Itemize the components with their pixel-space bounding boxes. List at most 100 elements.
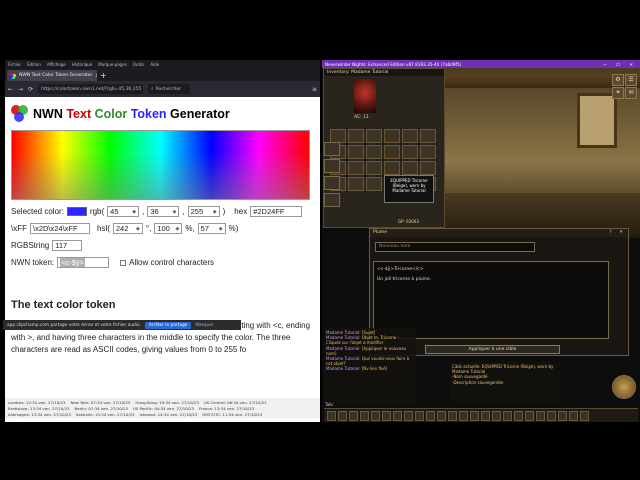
game-menu-button[interactable]: ✉ xyxy=(625,87,637,99)
armor-class: AC: 11 xyxy=(354,115,369,120)
game-menu-button[interactable]: ⚙ xyxy=(612,74,624,86)
tab-close-icon[interactable]: × xyxy=(95,73,97,79)
inventory-slot[interactable] xyxy=(348,129,364,143)
inventory-slot[interactable] xyxy=(366,177,382,191)
forward-icon[interactable]: → xyxy=(18,86,23,93)
quickbar-slot[interactable] xyxy=(393,410,402,421)
quickbar-slot[interactable] xyxy=(371,410,380,421)
lightness-input[interactable]: 57 ◆ xyxy=(197,223,226,234)
quickbar-slot[interactable] xyxy=(569,410,578,421)
quickbar-slot[interactable] xyxy=(558,410,567,421)
inventory-slot[interactable] xyxy=(384,145,400,159)
control-chars-checkbox[interactable] xyxy=(120,259,127,266)
inventory-slot[interactable] xyxy=(402,145,418,159)
menu-item[interactable]: Historique xyxy=(72,62,93,67)
reload-icon[interactable]: ⟳ xyxy=(28,86,33,93)
quickbar-slot[interactable] xyxy=(415,410,424,421)
quickbar-slot[interactable] xyxy=(459,410,468,421)
new-name-input[interactable]: Nouveau nom xyxy=(375,242,535,252)
system-message: Cible actuelle: EQUIPPED Tricorne (Beige… xyxy=(452,364,554,375)
plume-close-icon[interactable]: ? ✕ xyxy=(609,229,628,237)
quickbar-slot[interactable] xyxy=(448,410,457,421)
screen-share-bar: app.clipchamp.com partage votre écran et… xyxy=(3,320,241,330)
quickbar-slot[interactable] xyxy=(404,410,413,421)
rgb-logo-icon xyxy=(11,105,29,123)
quickbar-slot[interactable] xyxy=(437,410,446,421)
share-bar-text: app.clipchamp.com partage votre écran et… xyxy=(7,322,141,328)
inventory-slot[interactable] xyxy=(348,161,364,175)
inventory-slot[interactable] xyxy=(420,161,436,175)
quickbar-slot[interactable] xyxy=(349,410,358,421)
inventory-slot[interactable] xyxy=(330,129,346,143)
address-bar[interactable]: https://colortoken.nwn1.net/?rgb=45,36,2… xyxy=(38,84,144,94)
page-header: NWN Text Color Token Generator xyxy=(11,103,314,125)
inventory-slot[interactable] xyxy=(366,145,382,159)
quickbar-slot[interactable] xyxy=(492,410,501,421)
inventory-slot[interactable] xyxy=(384,129,400,143)
game-scene[interactable] xyxy=(442,68,640,238)
quickbar-slot[interactable] xyxy=(360,410,369,421)
section-title: The text color token xyxy=(11,299,116,311)
inventory-slot[interactable] xyxy=(348,177,364,191)
chat-log: Madame Tutorial: [Sujet] Madame Tutorial:… xyxy=(324,328,416,406)
deg-sep: °, xyxy=(145,224,152,233)
token-output[interactable]: <c-$ÿ> xyxy=(57,257,110,268)
inventory-slot[interactable] xyxy=(366,161,382,175)
quickbar-slot[interactable] xyxy=(503,410,512,421)
quickbar-slot[interactable] xyxy=(525,410,534,421)
quickbar-slot[interactable] xyxy=(536,410,545,421)
quickbar-slot[interactable] xyxy=(327,410,336,421)
menu-item[interactable]: Fichier xyxy=(8,62,21,67)
inventory-slot[interactable] xyxy=(420,145,436,159)
menu-item[interactable]: Marque-pages xyxy=(98,62,127,67)
inventory-slot[interactable] xyxy=(402,129,418,143)
inventory-slot[interactable] xyxy=(384,161,400,175)
chat-message: Madame Tutorial: [Appliquer le nouveau n… xyxy=(326,346,414,356)
color-picker-canvas[interactable] xyxy=(11,130,310,200)
rgbstring-input[interactable]: 117 xyxy=(52,240,83,251)
red-input[interactable]: 45 ◆ xyxy=(107,206,140,217)
menu-item[interactable]: Édition xyxy=(27,62,41,67)
quickbar-slot[interactable] xyxy=(580,410,589,421)
quickbar-slot[interactable] xyxy=(426,410,435,421)
hide-button[interactable]: Masquer xyxy=(195,323,213,328)
equip-slot[interactable] xyxy=(324,159,340,173)
character-portrait xyxy=(354,79,376,113)
inventory-slot[interactable] xyxy=(348,145,364,159)
quickbar-slot[interactable] xyxy=(547,410,556,421)
game-menu-button[interactable]: ☰ xyxy=(625,74,637,86)
green-input[interactable]: 36 ◆ xyxy=(147,206,180,217)
new-tab-button[interactable]: + xyxy=(100,70,107,81)
equip-slot[interactable] xyxy=(324,176,340,190)
stop-sharing-button[interactable]: Arrêter le partage xyxy=(144,321,192,329)
tab-color-token[interactable]: NWN Text Color Token Generator × xyxy=(7,70,97,81)
menu-icon[interactable]: ≡ xyxy=(312,86,317,93)
pct-sep: %, xyxy=(185,224,195,233)
inventory-slot[interactable] xyxy=(366,129,382,143)
equip-slot[interactable] xyxy=(324,142,340,156)
game-menu-button[interactable]: ✦ xyxy=(612,87,624,99)
search-field[interactable]: ⌕ Rechercher xyxy=(148,84,191,94)
window-controls[interactable]: — ☐ ✕ xyxy=(603,62,637,67)
menu-item[interactable]: Affichage xyxy=(47,62,66,67)
quickbar-slot[interactable] xyxy=(382,410,391,421)
inventory-slot[interactable] xyxy=(420,129,436,143)
equip-slot[interactable] xyxy=(324,193,340,207)
quickbar-slot[interactable] xyxy=(481,410,490,421)
menu-item[interactable]: Outils xyxy=(133,62,145,67)
saturation-input[interactable]: 100 ◆ xyxy=(154,223,183,234)
menu-item[interactable]: Aide xyxy=(150,62,159,67)
blue-input[interactable]: 255 ◆ xyxy=(187,206,220,217)
game-side-buttons: ⚙ ☰ ✦ ✉ xyxy=(612,74,638,99)
quickbar-slot[interactable] xyxy=(470,410,479,421)
hue-input[interactable]: 242 ◆ xyxy=(112,223,143,234)
back-icon[interactable]: ← xyxy=(8,86,13,93)
apply-to-target-button[interactable]: Appliquer à une cible xyxy=(425,345,560,354)
compass-icon[interactable] xyxy=(612,375,636,399)
escape-input[interactable]: \x2D\x24\xFF xyxy=(30,223,90,234)
quickbar-slot[interactable] xyxy=(514,410,523,421)
hex-input[interactable]: #2D24FF xyxy=(250,206,303,217)
game-window: Neverwinter Nights: Enhanced Edition v87… xyxy=(322,60,640,422)
inventory-slot[interactable] xyxy=(402,161,418,175)
quickbar-slot[interactable] xyxy=(338,410,347,421)
